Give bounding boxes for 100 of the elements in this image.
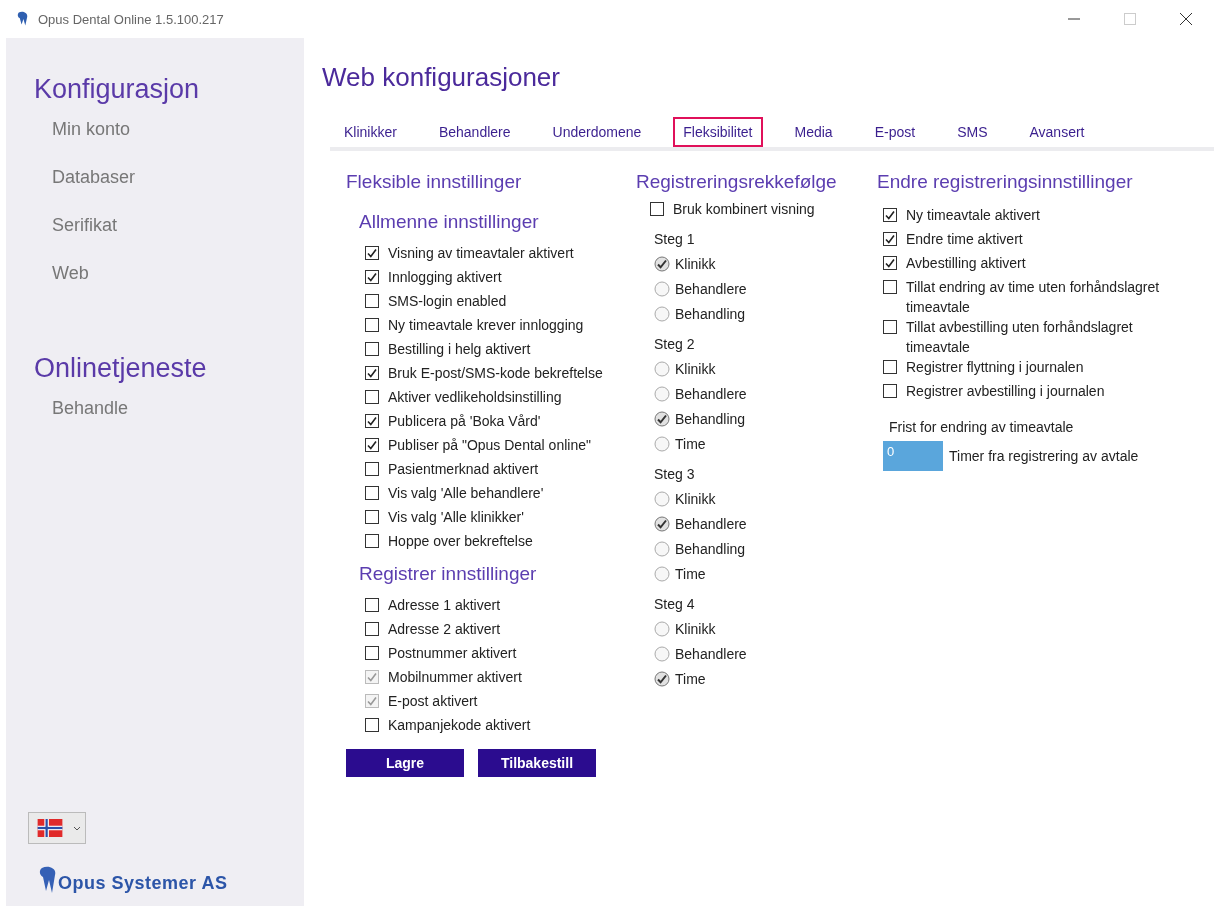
action-button[interactable]: Lagre bbox=[346, 749, 464, 777]
radio-button[interactable] bbox=[654, 540, 670, 557]
sidebar-item[interactable]: Behandle bbox=[6, 396, 304, 444]
radio-button[interactable] bbox=[654, 435, 670, 452]
checkbox[interactable] bbox=[365, 270, 379, 284]
tab[interactable]: Fleksibilitet bbox=[673, 117, 763, 147]
radio-label: Klinikk bbox=[675, 619, 716, 639]
page-title: Web konfigurasjoner bbox=[322, 62, 561, 93]
checkbox[interactable] bbox=[365, 318, 379, 332]
checkbox[interactable] bbox=[365, 414, 379, 428]
radio-button[interactable] bbox=[654, 645, 670, 662]
field-label: Frist for endring av timeavtale bbox=[889, 419, 1075, 435]
checkbox-label: Bruk kombinert visning bbox=[673, 200, 815, 219]
checkbox[interactable] bbox=[883, 360, 897, 374]
checkbox[interactable] bbox=[883, 232, 897, 246]
radio-label: Klinikk bbox=[675, 359, 716, 379]
checkbox-label: Vis valg 'Alle behandlere' bbox=[388, 484, 544, 503]
radio-label: Behandling bbox=[675, 409, 746, 429]
tooth-logo-icon bbox=[38, 866, 58, 894]
tab[interactable]: Underdomene bbox=[542, 117, 652, 147]
checkbox[interactable] bbox=[365, 510, 379, 524]
checkbox[interactable] bbox=[883, 320, 897, 334]
checkbox-label: Adresse 1 aktivert bbox=[388, 596, 501, 615]
radio-label: Behandlere bbox=[675, 514, 747, 534]
section-heading: Endre registreringsinnstillinger bbox=[877, 171, 1134, 193]
action-button[interactable]: Tilbakestill bbox=[478, 749, 596, 777]
checkbox[interactable] bbox=[365, 438, 379, 452]
language-dropdown[interactable] bbox=[28, 812, 86, 844]
checkbox[interactable] bbox=[883, 256, 897, 270]
checkbox[interactable] bbox=[365, 294, 379, 308]
radio-button[interactable] bbox=[654, 305, 670, 322]
checkbox[interactable] bbox=[365, 366, 379, 380]
maximize-icon bbox=[1124, 13, 1136, 25]
tab[interactable]: Klinikker bbox=[334, 117, 407, 147]
checkbox[interactable] bbox=[365, 390, 379, 404]
radio-button[interactable] bbox=[654, 280, 670, 297]
radio-button[interactable] bbox=[654, 410, 670, 427]
section-heading: Registreringsrekkefølge bbox=[636, 171, 838, 193]
radio-label: Time bbox=[675, 434, 706, 454]
radio-label: Behandling bbox=[675, 304, 746, 324]
checkbox-label: Aktiver vedlikeholdsinstilling bbox=[388, 388, 562, 407]
company-logo: Opus Systemer AS bbox=[58, 873, 228, 894]
checkbox[interactable] bbox=[883, 384, 897, 398]
radio-button[interactable] bbox=[654, 620, 670, 637]
sidebar-item[interactable]: Serifikat bbox=[6, 213, 304, 261]
checkbox[interactable] bbox=[365, 718, 379, 732]
checkbox-label: Endre time aktivert bbox=[906, 230, 1024, 249]
section-heading: Fleksible innstillinger bbox=[346, 171, 523, 193]
tab[interactable]: Behandlere bbox=[428, 117, 521, 147]
radio-button[interactable] bbox=[654, 515, 670, 532]
radio-button[interactable] bbox=[654, 385, 670, 402]
checkbox-label: Pasientmerknad aktivert bbox=[388, 460, 539, 479]
group-heading: Registrer innstillinger bbox=[359, 563, 538, 585]
checkbox-label: Bestilling i helg aktivert bbox=[388, 340, 531, 359]
checkbox[interactable] bbox=[883, 208, 897, 222]
sidebar-item[interactable]: Databaser bbox=[6, 165, 304, 213]
group-heading: Allmenne innstillinger bbox=[359, 211, 540, 233]
radio-button[interactable] bbox=[654, 490, 670, 507]
checkbox-label: Publiser på "Opus Dental online" bbox=[388, 436, 591, 455]
checkbox[interactable] bbox=[883, 280, 897, 294]
tab[interactable]: E-post bbox=[864, 117, 926, 147]
flag-icon bbox=[37, 819, 63, 837]
checkbox-label: Mobilnummer aktivert bbox=[388, 668, 522, 687]
close-icon[interactable] bbox=[1180, 13, 1192, 25]
radio-label: Behandlere bbox=[675, 279, 747, 299]
radio-button[interactable] bbox=[654, 670, 670, 687]
checkbox-label: Bruk E-post/SMS-kode bekreftelse bbox=[388, 364, 603, 383]
checkbox[interactable] bbox=[650, 202, 664, 216]
checkbox[interactable] bbox=[365, 598, 379, 612]
radio-label: Behandlere bbox=[675, 384, 747, 404]
checkbox[interactable] bbox=[365, 622, 379, 636]
radio-button[interactable] bbox=[654, 360, 670, 377]
radio-label: Behandling bbox=[675, 539, 746, 559]
checkbox-label: E-post aktivert bbox=[388, 692, 478, 711]
app-icon bbox=[16, 11, 29, 27]
tab[interactable]: SMS bbox=[947, 117, 998, 147]
tab[interactable]: Avansert bbox=[1019, 117, 1095, 147]
step-label: Steg 4 bbox=[654, 595, 696, 612]
checkbox[interactable] bbox=[365, 486, 379, 500]
checkbox-label: Visning av timeavtaler aktivert bbox=[388, 244, 574, 263]
checkbox-label: Hoppe over bekreftelse bbox=[388, 532, 533, 551]
checkbox-label: Innlogging aktivert bbox=[388, 268, 502, 287]
checkbox-label: Vis valg 'Alle klinikker' bbox=[388, 508, 524, 527]
checkbox[interactable] bbox=[365, 534, 379, 548]
step-label: Steg 2 bbox=[654, 335, 696, 352]
checkbox[interactable] bbox=[365, 646, 379, 660]
tab[interactable]: Media bbox=[784, 117, 843, 147]
checkbox[interactable] bbox=[365, 342, 379, 356]
radio-button[interactable] bbox=[654, 565, 670, 582]
radio-label: Klinikk bbox=[675, 489, 716, 509]
checkbox-label: Tillat avbestilling uten forhåndslagret timeavtale bbox=[906, 318, 1134, 357]
checkbox[interactable] bbox=[365, 246, 379, 260]
sidebar-heading: Konfigurasjon bbox=[33, 74, 201, 105]
checkbox-label: Registrer avbestilling i journalen bbox=[906, 382, 1106, 401]
checkbox-label: Ny timeavtale aktivert bbox=[906, 206, 1041, 225]
sidebar-item[interactable]: Min konto bbox=[6, 117, 304, 165]
radio-button[interactable] bbox=[654, 255, 670, 272]
checkbox[interactable] bbox=[365, 462, 379, 476]
sidebar-item[interactable]: Web bbox=[6, 261, 304, 309]
chevron-icon bbox=[73, 825, 81, 831]
